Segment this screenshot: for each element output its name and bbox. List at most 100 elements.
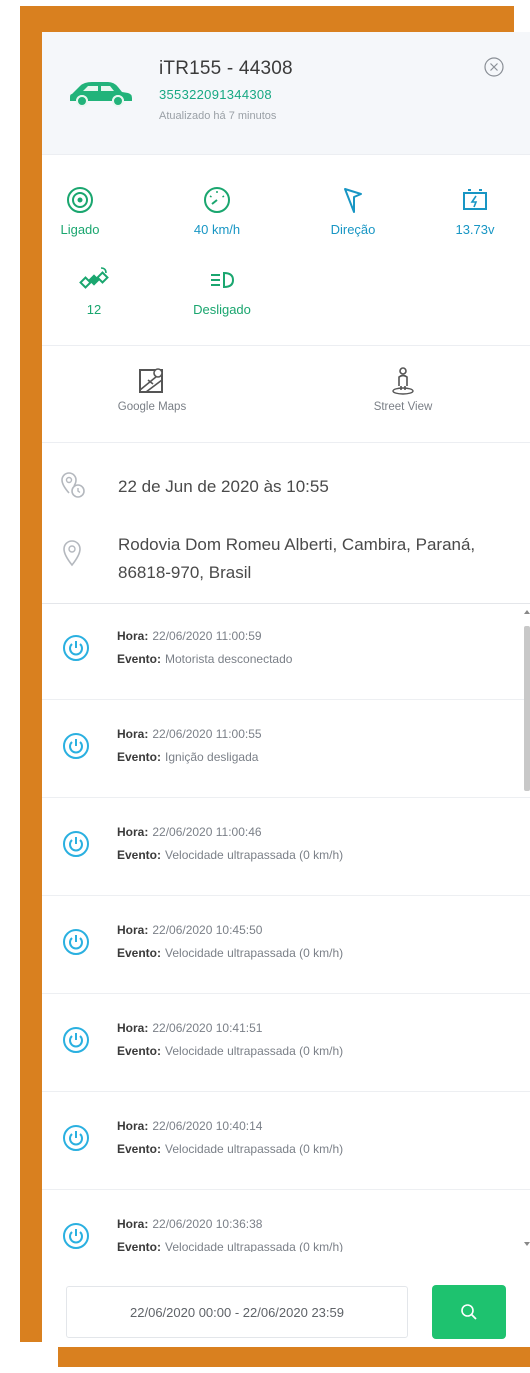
event-description: Evento: Ignição desligada [117,750,258,764]
headlight-icon [211,271,235,289]
street-view-label: Street View [373,401,433,413]
event-time-key: Hora: [117,1217,149,1231]
event-description-value: Velocidade ultrapassada (0 km/h) [165,946,344,960]
event-item[interactable]: Hora: 22/06/2020 10:41:51 Evento: Velocida… [42,994,530,1092]
direction-arrow-icon [344,188,362,213]
event-time-value: 22/06/2020 10:45:50 [152,923,263,937]
event-time-value: 22/06/2020 10:40:14 [152,1119,263,1133]
position-date: 22 de Jun de 2020 às 10:55 [118,477,329,496]
frame-left-border [20,6,42,1342]
event-item[interactable]: Hora: 22/06/2020 11:00:46 Evento: Velocida… [42,798,530,896]
google-maps-button[interactable]: Google Maps [82,366,222,413]
stat-satellites: 12 [49,265,139,317]
event-time-key: Hora: [117,629,149,643]
device-name: iTR155 - 44308 [159,58,293,79]
power-icon [63,733,89,759]
scroll-up-arrow[interactable] [524,610,530,614]
event-time-value: 22/06/2020 10:36:38 [152,1217,263,1231]
stat-speed: 40 km/h [172,185,262,237]
event-description-value: Velocidade ultrapassada (0 km/h) [165,848,344,862]
power-icon [63,635,89,661]
event-description-value: Ignição desligada [165,750,259,764]
event-description: Evento: Velocidade ultrapassada (0 km/h) [117,1240,343,1252]
stat-speed-label: 40 km/h [193,222,241,237]
event-time: Hora: 22/06/2020 11:00:46 [117,825,262,839]
event-description-key: Evento: [117,946,162,960]
stat-direction: Direção [308,185,398,237]
event-time: Hora: 22/06/2020 10:36:38 [117,1217,262,1231]
event-time-key: Hora: [117,1119,149,1133]
event-description: Evento: Velocidade ultrapassada (0 km/h) [117,946,343,960]
stat-satellites-label: 12 [86,302,102,317]
event-list-scrollbar[interactable] [524,610,530,1246]
date-range-input[interactable]: 22/06/2020 00:00 - 22/06/2020 23:59 [66,1286,408,1338]
event-description-value: Velocidade ultrapassada (0 km/h) [165,1240,344,1252]
street-view-icon [392,367,414,395]
event-item[interactable]: Hora: 22/06/2020 10:36:38 Evento: Velocida… [42,1190,530,1252]
event-description-key: Evento: [117,652,162,666]
event-time-key: Hora: [117,727,149,741]
stat-battery-label: 13.73v [455,222,495,237]
vehicle-header: iTR155 - 44308 355322091344308 Atualizad… [42,32,530,155]
stat-direction-label: Direção [330,222,376,237]
event-time-value: 22/06/2020 11:00:46 [152,825,262,839]
power-icon [63,831,89,857]
event-description-value: Motorista desconectado [165,652,293,666]
event-list[interactable]: Hora: 22/06/2020 11:00:59 Evento: Motorist… [42,602,530,1252]
event-description: Evento: Velocidade ultrapassada (0 km/h) [117,848,343,862]
scroll-down-arrow[interactable] [524,1242,530,1246]
event-time-value: 22/06/2020 11:00:59 [152,629,262,643]
event-time-key: Hora: [117,825,149,839]
event-item[interactable]: Hora: 22/06/2020 10:45:50 Evento: Velocida… [42,896,530,994]
event-description-key: Evento: [117,1240,162,1252]
event-time: Hora: 22/06/2020 11:00:55 [117,727,262,741]
close-icon[interactable] [483,56,505,78]
event-description: Evento: Motorista desconectado [117,652,292,666]
event-item[interactable]: Hora: 22/06/2020 10:40:14 Evento: Velocida… [42,1092,530,1190]
stat-headlights: Desligado [177,265,267,317]
event-time-key: Hora: [117,923,149,937]
event-time-value: 22/06/2020 11:00:55 [152,727,262,741]
power-icon [63,1027,89,1053]
event-time: Hora: 22/06/2020 10:40:14 [117,1119,262,1133]
map-links: Google Maps Street View [42,346,530,443]
device-imei: 355322091344308 [159,87,272,102]
stat-headlights-label: Desligado [193,302,251,317]
stat-ignition-label: Ligado [60,222,100,237]
event-time-value: 22/06/2020 10:41:51 [152,1021,263,1035]
power-icon [63,1223,89,1249]
location-pin-icon [63,540,81,567]
scroll-thumb[interactable] [524,626,530,791]
position-info: 22 de Jun de 2020 às 10:55 Rodovia Dom R… [42,443,530,604]
street-view-button[interactable]: Street View [333,366,473,413]
event-item[interactable]: Hora: 22/06/2020 11:00:59 Evento: Motorist… [42,602,530,700]
last-updated: Atualizado há 7 minutos [159,110,277,122]
event-description-key: Evento: [117,750,162,764]
event-time: Hora: 22/06/2020 10:41:51 [117,1021,262,1035]
search-button[interactable] [432,1285,506,1339]
power-icon [63,1125,89,1151]
vehicle-stats: Ligado 40 km/h Direção 13.73v 12 Desliga… [42,155,530,346]
speedometer-icon [204,187,230,213]
event-description: Evento: Velocidade ultrapassada (0 km/h) [117,1044,343,1058]
frame-bottom-border [58,1347,530,1367]
power-icon [63,929,89,955]
clock-pin-icon [61,472,85,498]
stat-battery: 13.73v [430,185,520,237]
event-description-key: Evento: [117,848,162,862]
event-time: Hora: 22/06/2020 11:00:59 [117,629,262,643]
frame-top-border [20,6,514,32]
event-description: Evento: Velocidade ultrapassada (0 km/h) [117,1142,343,1156]
search-icon [461,1304,477,1320]
car-icon [70,82,132,107]
vehicle-detail-panel: iTR155 - 44308 355322091344308 Atualizad… [42,32,530,1347]
event-time-key: Hora: [117,1021,149,1035]
stat-ignition: Ligado [42,185,125,237]
ignition-on-icon [67,187,93,213]
event-description-key: Evento: [117,1142,162,1156]
event-item[interactable]: Hora: 22/06/2020 11:00:55 Evento: Ignição … [42,700,530,798]
position-address: Rodovia Dom Romeu Alberti, Cambira, Para… [118,535,476,582]
event-description-value: Velocidade ultrapassada (0 km/h) [165,1044,344,1058]
event-time: Hora: 22/06/2020 10:45:50 [117,923,262,937]
google-maps-label: Google Maps [117,401,187,413]
